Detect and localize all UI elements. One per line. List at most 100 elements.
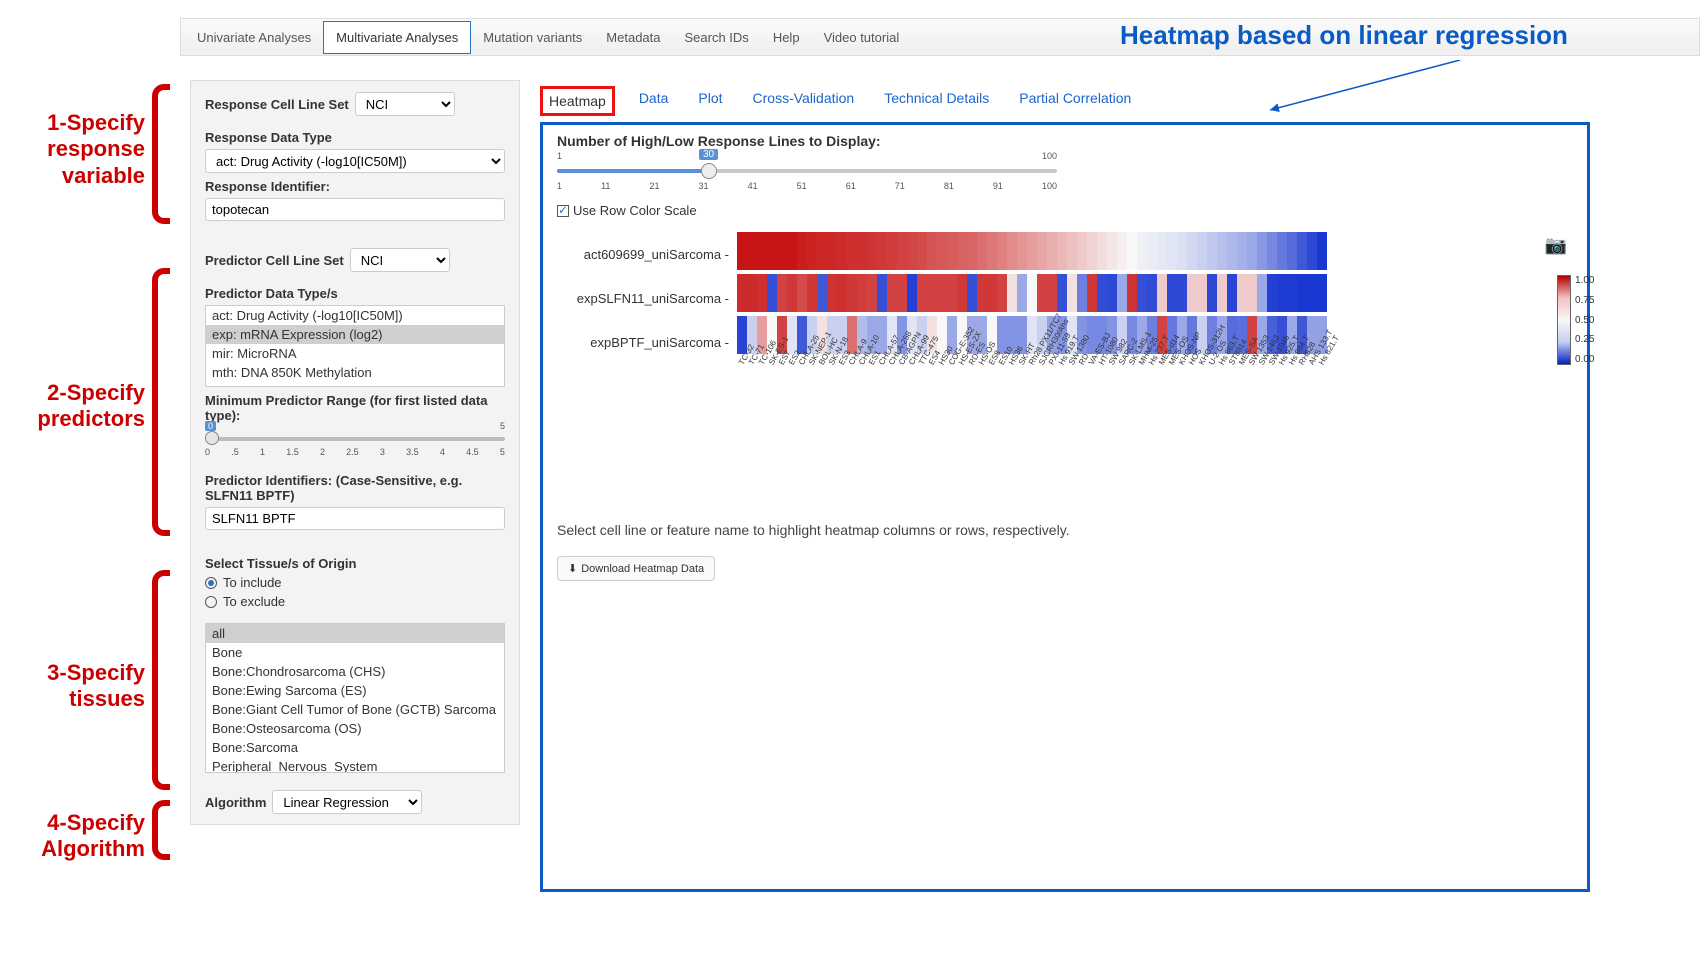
- heatmap-cell[interactable]: [977, 232, 987, 270]
- heatmap-cell[interactable]: [1057, 274, 1067, 312]
- heatmap-cell[interactable]: [757, 232, 767, 270]
- heatmap-cell[interactable]: [847, 274, 857, 312]
- heatmap-cell[interactable]: [887, 274, 897, 312]
- heatmap-cell[interactable]: [1287, 232, 1297, 270]
- heatmap[interactable]: act609699_uniSarcoma -expSLFN11_uniSarco…: [557, 232, 1573, 442]
- algo-select[interactable]: Linear Regression: [272, 790, 422, 814]
- heatmap-cell[interactable]: [1227, 274, 1237, 312]
- heatmap-cell[interactable]: [1057, 232, 1067, 270]
- heatmap-cell[interactable]: [997, 274, 1007, 312]
- heatmap-cell[interactable]: [1197, 274, 1207, 312]
- heatmap-cell[interactable]: [907, 232, 917, 270]
- heatmap-cell[interactable]: [1147, 232, 1157, 270]
- response-set-select[interactable]: NCI: [355, 92, 455, 116]
- heatmap-cell[interactable]: [1047, 232, 1057, 270]
- heatmap-cell[interactable]: [1007, 232, 1017, 270]
- heatmap-cell[interactable]: [1127, 232, 1137, 270]
- heatmap-cell[interactable]: [1267, 274, 1277, 312]
- heatmap-cell[interactable]: [937, 274, 947, 312]
- heatmap-cell[interactable]: [1017, 274, 1027, 312]
- heatmap-cell[interactable]: [817, 232, 827, 270]
- nav-metadata[interactable]: Metadata: [594, 22, 672, 53]
- heatmap-cell[interactable]: [937, 232, 947, 270]
- tab-heatmap[interactable]: Heatmap: [540, 86, 615, 116]
- heatmap-cell[interactable]: [1247, 232, 1257, 270]
- heatmap-cell[interactable]: [1137, 232, 1147, 270]
- heatmap-cell[interactable]: [1027, 274, 1037, 312]
- nav-search-ids[interactable]: Search IDs: [673, 22, 761, 53]
- heatmap-cell[interactable]: [1167, 274, 1177, 312]
- heatmap-cell[interactable]: [1037, 232, 1047, 270]
- heatmap-cell[interactable]: [1247, 274, 1257, 312]
- heatmap-cell[interactable]: [827, 232, 837, 270]
- heatmap-cell[interactable]: [1317, 232, 1327, 270]
- heatmap-cell[interactable]: [867, 232, 877, 270]
- predictor-ids-input[interactable]: [205, 507, 505, 530]
- heatmap-cell[interactable]: [1087, 274, 1097, 312]
- heatmap-cell[interactable]: [1277, 232, 1287, 270]
- heatmap-cell[interactable]: [997, 232, 1007, 270]
- heatmap-cell[interactable]: [977, 274, 987, 312]
- nav-univariate-analyses[interactable]: Univariate Analyses: [185, 22, 323, 53]
- heatmap-cell[interactable]: [817, 274, 827, 312]
- heatmap-cell[interactable]: [837, 232, 847, 270]
- heatmap-cell[interactable]: [737, 232, 747, 270]
- predictor-type-option[interactable]: mth: DNA 850K Methylation: [206, 363, 504, 382]
- heatmap-cell[interactable]: [1307, 232, 1317, 270]
- heatmap-cell[interactable]: [877, 274, 887, 312]
- tab-cross-validation[interactable]: Cross-Validation: [747, 86, 861, 116]
- heatmap-row-label[interactable]: expSLFN11_uniSarcoma -: [557, 276, 729, 320]
- heatmap-row-label[interactable]: act609699_uniSarcoma -: [557, 232, 729, 276]
- heatmap-cell[interactable]: [1017, 232, 1027, 270]
- heatmap-cell[interactable]: [787, 316, 797, 354]
- heatmap-cell[interactable]: [897, 274, 907, 312]
- heatmap-row-label[interactable]: expBPTF_uniSarcoma -: [557, 320, 729, 364]
- heatmap-cell[interactable]: [877, 232, 887, 270]
- heatmap-cell[interactable]: [957, 274, 967, 312]
- tab-technical-details[interactable]: Technical Details: [878, 86, 995, 116]
- heatmap-cell[interactable]: [1067, 232, 1077, 270]
- row-color-checkbox[interactable]: [557, 205, 569, 217]
- heatmap-cell[interactable]: [767, 232, 777, 270]
- tissue-listbox[interactable]: allBoneBone:Chondrosarcoma (CHS)Bone:Ewi…: [205, 623, 505, 773]
- tissue-option[interactable]: Bone:Chondrosarcoma (CHS): [206, 662, 504, 681]
- heatmap-cell[interactable]: [1147, 274, 1157, 312]
- tissue-option[interactable]: all: [206, 624, 504, 643]
- heatmap-cell[interactable]: [1157, 232, 1167, 270]
- heatmap-cell[interactable]: [807, 274, 817, 312]
- heatmap-cell[interactable]: [807, 232, 817, 270]
- tab-data[interactable]: Data: [633, 86, 675, 116]
- heatmap-cell[interactable]: [947, 232, 957, 270]
- heatmap-cell[interactable]: [1007, 274, 1017, 312]
- heatmap-cell[interactable]: [1107, 274, 1117, 312]
- heatmap-cell[interactable]: [777, 274, 787, 312]
- heatmap-cell[interactable]: [1167, 232, 1177, 270]
- nav-multivariate-analyses[interactable]: Multivariate Analyses: [323, 21, 471, 54]
- nav-mutation-variants[interactable]: Mutation variants: [471, 22, 594, 53]
- heatmap-cell[interactable]: [1307, 274, 1317, 312]
- heatmap-cell[interactable]: [1077, 274, 1087, 312]
- heatmap-cell[interactable]: [1087, 232, 1097, 270]
- heatmap-cell[interactable]: [837, 274, 847, 312]
- nav-video-tutorial[interactable]: Video tutorial: [812, 22, 912, 53]
- heatmap-cell[interactable]: [1187, 232, 1197, 270]
- heatmap-cell[interactable]: [1027, 232, 1037, 270]
- heatmap-cell[interactable]: [1097, 274, 1107, 312]
- heatmap-cell[interactable]: [1267, 232, 1277, 270]
- heatmap-cell[interactable]: [957, 232, 967, 270]
- heatmap-cell[interactable]: [1237, 274, 1247, 312]
- camera-icon[interactable]: 📷: [1545, 235, 1567, 256]
- heatmap-cell[interactable]: [737, 274, 747, 312]
- heatmap-cell[interactable]: [1157, 274, 1167, 312]
- predictor-type-option[interactable]: mir: MicroRNA: [206, 344, 504, 363]
- heatmap-cell[interactable]: [927, 274, 937, 312]
- heatmap-cell[interactable]: [897, 232, 907, 270]
- tissue-include-radio[interactable]: To include: [205, 575, 505, 590]
- heatmap-cell[interactable]: [1187, 274, 1197, 312]
- heatmap-cell[interactable]: [907, 274, 917, 312]
- heatmap-cell[interactable]: [917, 274, 927, 312]
- tissue-option[interactable]: Bone:Ewing Sarcoma (ES): [206, 681, 504, 700]
- heatmap-cell[interactable]: [797, 274, 807, 312]
- heatmap-cell[interactable]: [1297, 232, 1307, 270]
- tissue-option[interactable]: Peripheral_Nervous_System: [206, 757, 504, 773]
